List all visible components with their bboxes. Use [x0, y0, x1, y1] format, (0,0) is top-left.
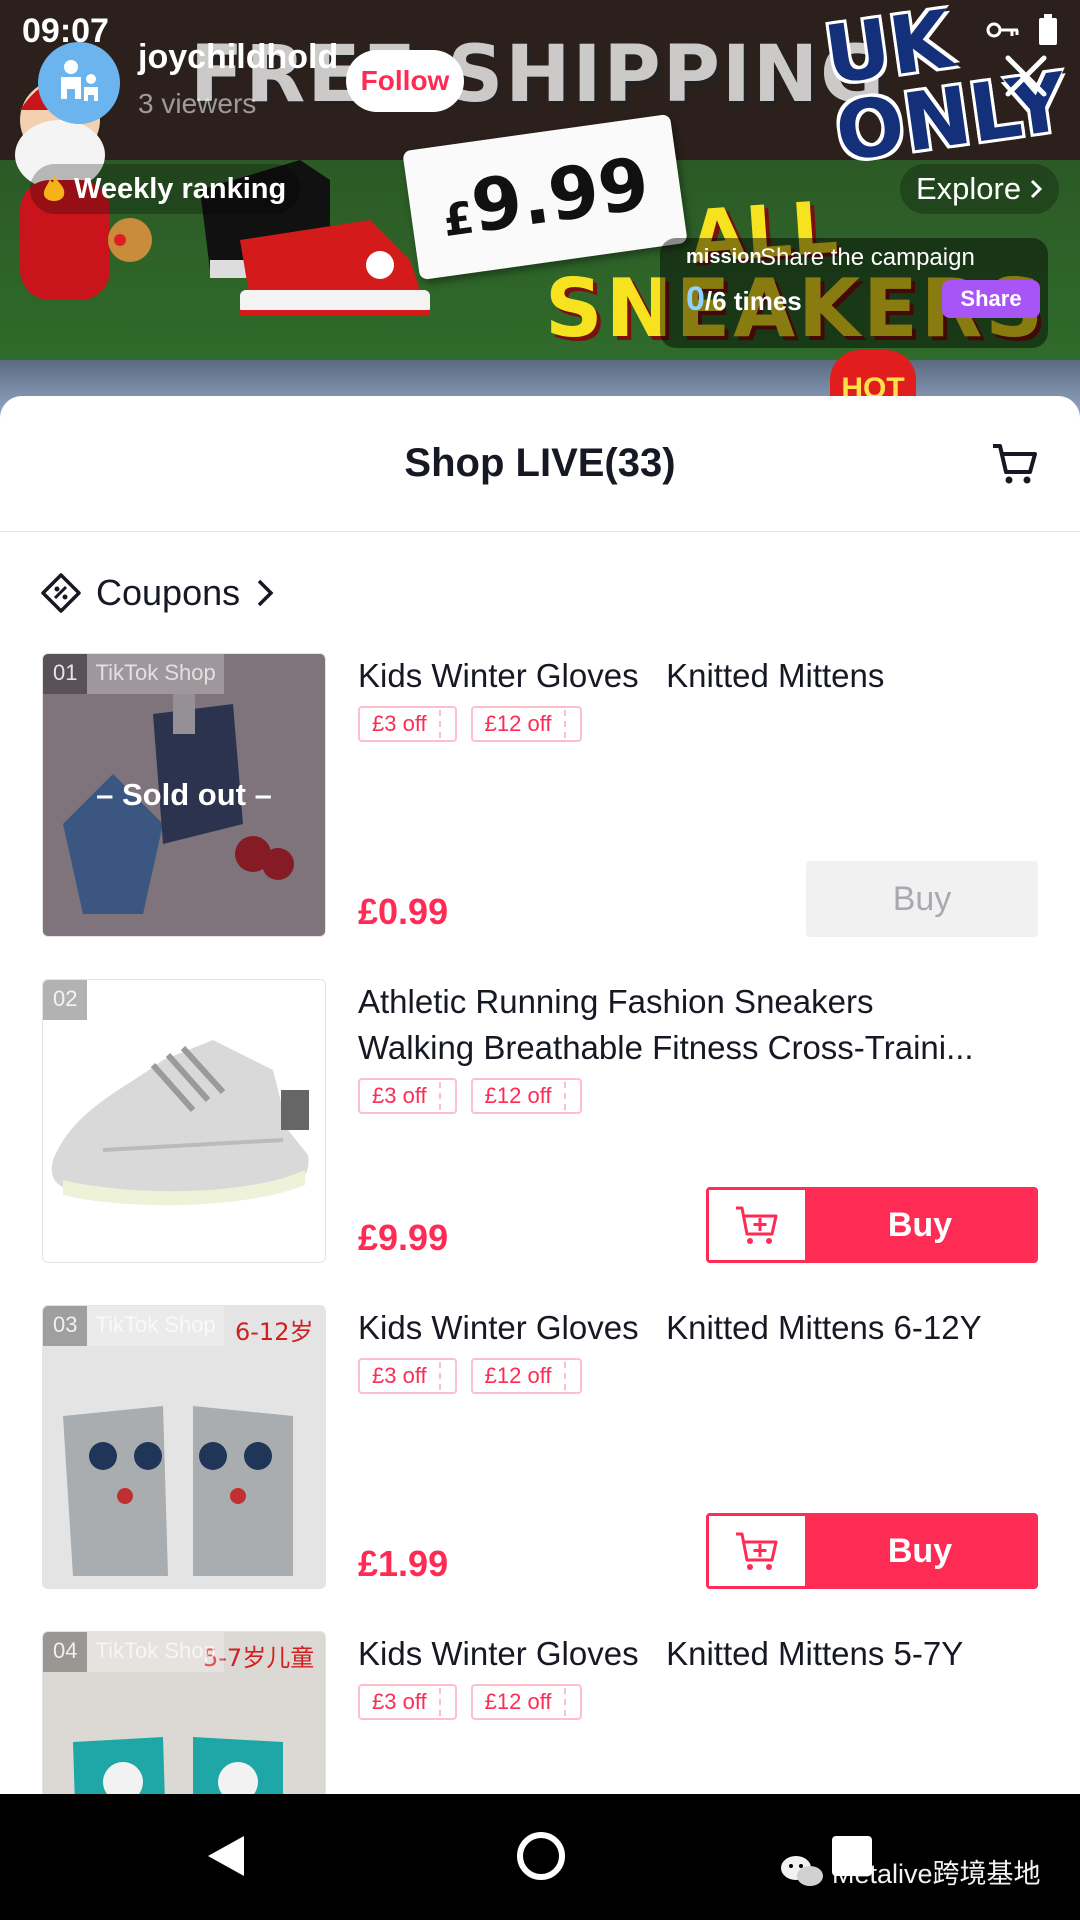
coupon-tag: £3 off [358, 1684, 457, 1720]
coupon-icon [41, 573, 81, 613]
add-to-cart-button[interactable] [709, 1190, 805, 1260]
host-avatar[interactable] [38, 42, 120, 124]
product-price: £0.99 [358, 891, 449, 932]
product-thumbnail[interactable]: 5-7岁儿童 04 TikTok Shop [42, 1631, 326, 1794]
coupon-tags: £3 off £12 off [358, 1358, 582, 1394]
product-index-badge: 02 TikTok Shop [43, 980, 224, 1020]
product-price: £1.99 [358, 1543, 449, 1584]
coupon-tag: £3 off [358, 1358, 457, 1394]
coupon-tags: £3 off £12 off [358, 1684, 582, 1720]
sneaker-image [43, 980, 325, 1262]
sheet-header: Shop LIVE(33) [0, 396, 1080, 532]
host-name[interactable]: joychildhold [138, 38, 338, 77]
coupon-tag: £12 off [470, 1078, 582, 1114]
family-icon [61, 60, 98, 101]
battery-icon [1039, 14, 1057, 45]
add-to-cart-button[interactable] [709, 1516, 805, 1586]
gloves-image: 6-12岁 [43, 1306, 325, 1588]
add-cart-icon [736, 1206, 778, 1244]
mission-label: mission [686, 246, 762, 268]
product-price: £9.99 [358, 1217, 449, 1258]
product-title[interactable]: Kids Winter Gloves Knitted Mittens 6-12Y [358, 1305, 1038, 1351]
mission-description: Share the campaign [760, 244, 975, 271]
product-title[interactable]: Kids Winter Gloves Knitted Mittens [358, 653, 1038, 699]
explore-button[interactable]: Explore [900, 164, 1060, 214]
buy-button-disabled: Buy [806, 861, 1038, 937]
weekly-ranking-button[interactable]: Weekly ranking [30, 164, 301, 214]
product-index-badge: 03 TikTok Shop [43, 1306, 224, 1346]
key-icon [986, 22, 1019, 38]
wechat-icon [781, 1855, 823, 1886]
chevron-right-icon [257, 579, 274, 607]
share-button[interactable]: Share [942, 280, 1040, 318]
product-item[interactable]: 6-12岁 03 TikTok Shop Kids Winter Gloves K… [42, 1305, 1038, 1589]
product-item[interactable]: 5-7岁儿童 04 TikTok Shop Kids Winter Gloves … [42, 1631, 1038, 1794]
product-thumbnail[interactable]: 6-12岁 03 TikTok Shop [42, 1305, 326, 1589]
product-item[interactable]: – Sold out – 01 TikTok Shop Kids Winter G… [42, 653, 1038, 937]
coupon-tag: £3 off [358, 1078, 457, 1114]
coupon-tag: £12 off [470, 706, 582, 742]
watermark: Metalive跨境基地 [780, 1852, 1041, 1891]
product-thumbnail[interactable]: – Sold out – 01 TikTok Shop [42, 653, 326, 937]
coupons-label: Coupons [96, 572, 241, 613]
chevron-right-icon [1031, 179, 1043, 199]
cart-icon[interactable] [990, 438, 1040, 488]
buy-button-group: Buy [706, 1513, 1038, 1589]
viewer-count: 3 viewers [138, 88, 257, 119]
coupons-link[interactable]: Coupons [40, 568, 276, 618]
home-icon[interactable] [517, 1832, 565, 1880]
image-text: 6-12岁 [235, 1318, 313, 1346]
follow-button[interactable]: Follow [346, 50, 464, 112]
coupon-tags: £3 off £12 off [358, 706, 582, 742]
watermark-text: Metalive跨境基地 [832, 1859, 1041, 1889]
close-icon[interactable] [1002, 52, 1050, 100]
product-index-badge: 04 TikTok Shop [43, 1632, 224, 1672]
shop-sheet: Shop LIVE(33) Coupons – Sold out – 01 Ti… [0, 396, 1080, 1794]
buy-button[interactable]: Buy [805, 1516, 1035, 1586]
buy-button[interactable]: Buy [805, 1190, 1035, 1260]
system-nav-bar: Metalive跨境基地 [0, 1794, 1080, 1920]
mission-progress: 0/6 times [686, 280, 802, 318]
product-title[interactable]: Kids Winter Gloves Knitted Mittens 5-7Y [358, 1631, 1038, 1677]
coupon-tag: £12 off [470, 1684, 582, 1720]
explore-label: Explore [916, 171, 1022, 206]
mission-card: mission Share the campaign 0/6 times Sha… [660, 238, 1048, 348]
back-icon[interactable] [206, 1834, 246, 1878]
add-cart-icon [736, 1532, 778, 1570]
product-title[interactable]: Athletic Running Fashion Sneakers Walkin… [358, 979, 1038, 1071]
coupon-tags: £3 off £12 off [358, 1078, 582, 1114]
product-index-badge: 01 TikTok Shop [43, 654, 224, 694]
flame-icon [43, 175, 65, 201]
sheet-title: Shop LIVE(33) [404, 441, 676, 485]
product-thumbnail[interactable]: 02 TikTok Shop [42, 979, 326, 1263]
sold-out-overlay: – Sold out – [43, 654, 325, 936]
buy-button-group: Buy [706, 1187, 1038, 1263]
product-item[interactable]: 02 TikTok Shop Athletic Running Fashion S… [42, 979, 1038, 1263]
weekly-ranking-label: Weekly ranking [74, 172, 287, 205]
coupon-tag: £3 off [358, 706, 457, 742]
price-tag-graphic: £9.99 [402, 113, 688, 281]
coupon-tag: £12 off [470, 1358, 582, 1394]
